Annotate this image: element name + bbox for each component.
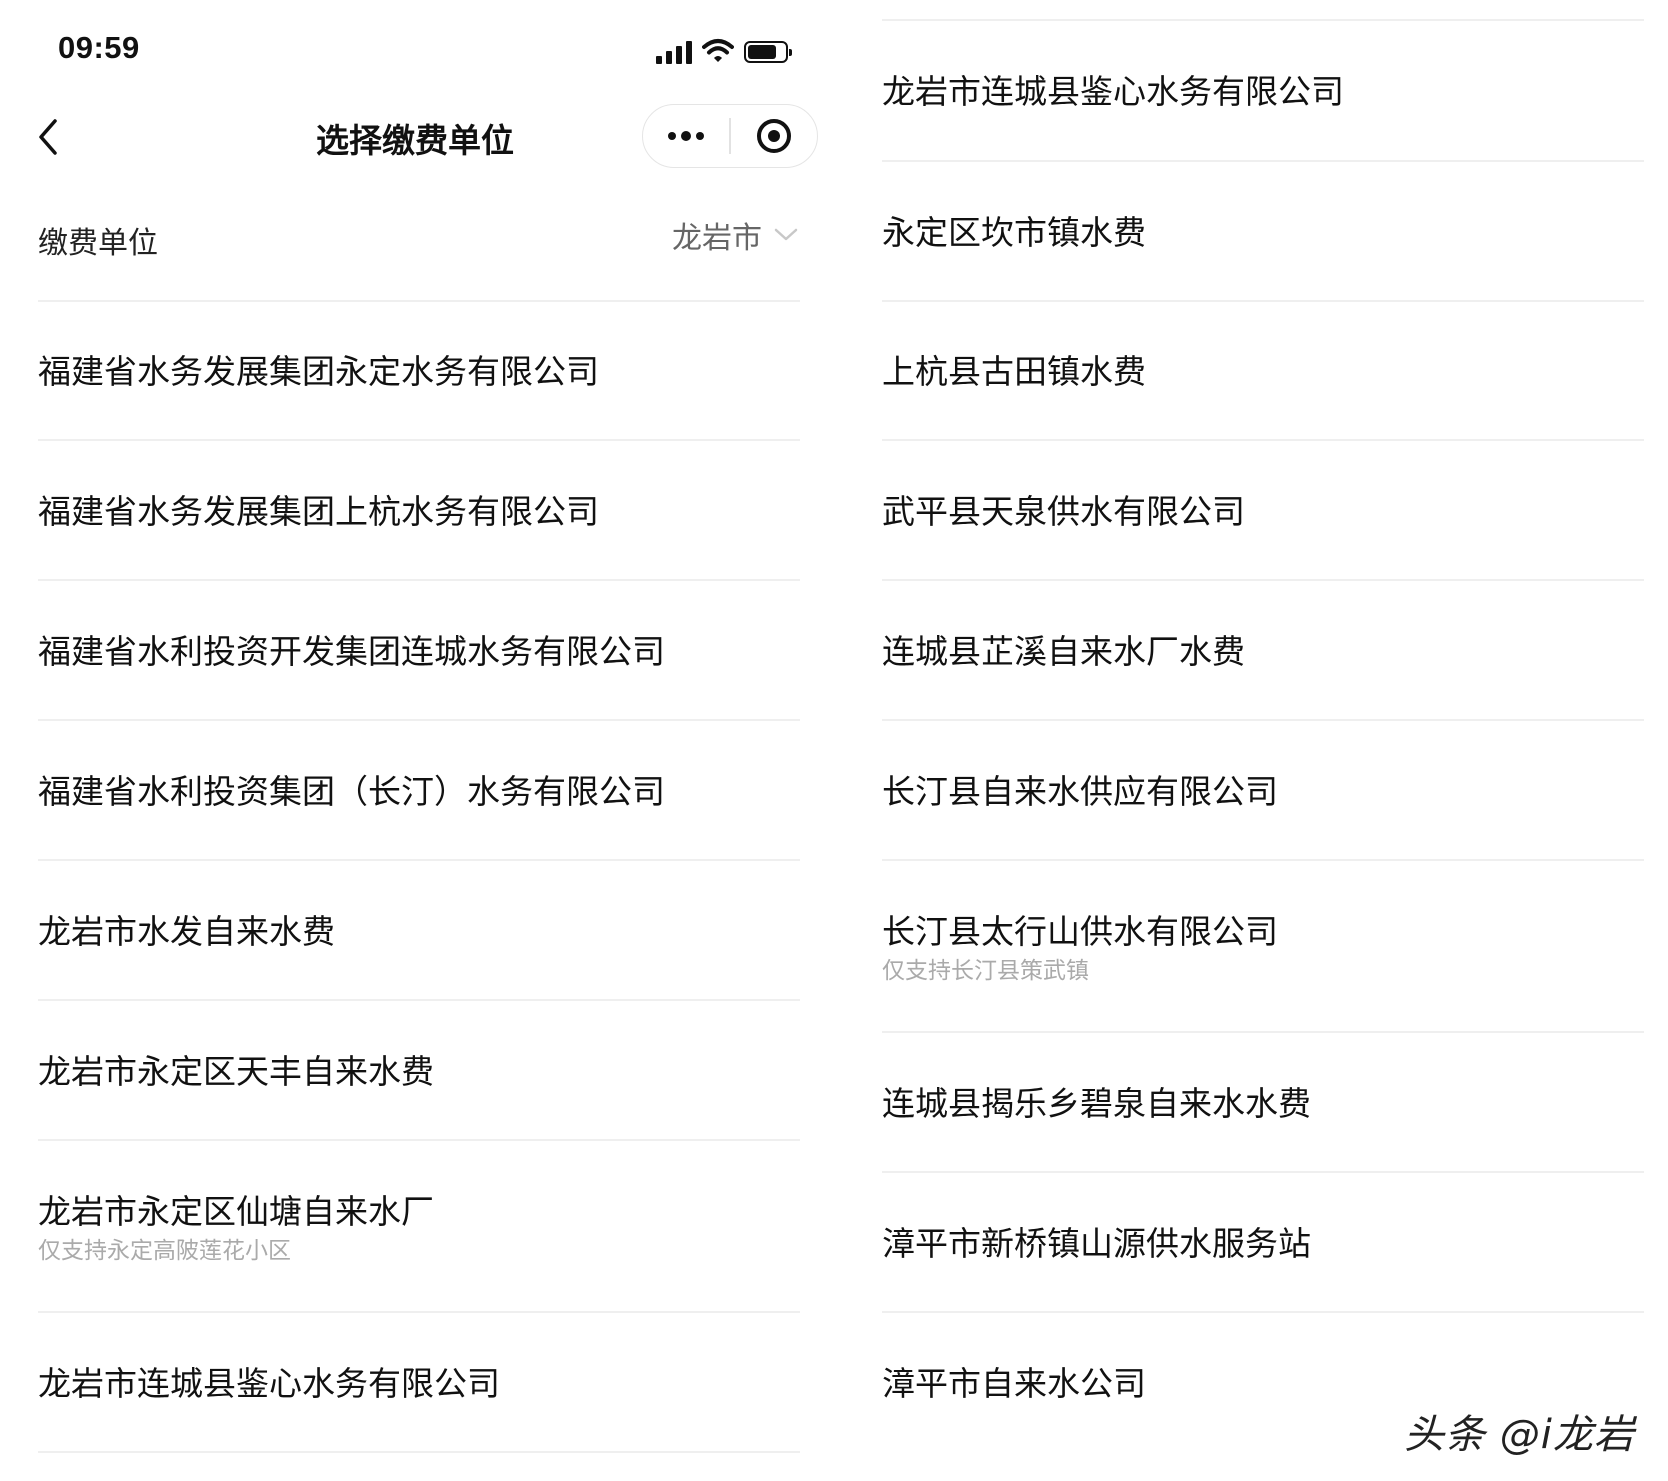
target-circle-icon bbox=[756, 119, 791, 153]
watermark: 头条 @i龙岩 bbox=[1404, 1412, 1635, 1458]
list-divider bbox=[38, 579, 800, 581]
list-item[interactable]: 武平县天泉供水有限公司 bbox=[882, 490, 1644, 534]
page-title-text: 选择缴费单位 bbox=[316, 121, 514, 160]
list-item[interactable]: 福建省水利投资集团（长汀）水务有限公司 bbox=[38, 770, 800, 814]
list-divider bbox=[38, 1139, 800, 1141]
list-divider bbox=[38, 300, 800, 302]
list-item[interactable]: 龙岩市连城县鉴心水务有限公司 bbox=[38, 1362, 800, 1406]
filter-label: 缴费单位 bbox=[38, 226, 158, 261]
list-item[interactable]: 连城县揭乐乡碧泉自来水水费 bbox=[882, 1082, 1644, 1126]
list-item[interactable]: 永定区坎市镇水费 bbox=[882, 211, 1644, 255]
list-item-name: 龙岩市连城县鉴心水务有限公司 bbox=[38, 1364, 500, 1403]
list-item-name: 龙岩市连城县鉴心水务有限公司 bbox=[882, 72, 1344, 111]
mini-program-capsule bbox=[642, 104, 818, 168]
list-item[interactable]: 漳平市自来水公司 bbox=[882, 1362, 1644, 1406]
list-item[interactable]: 龙岩市永定区天丰自来水费 bbox=[38, 1050, 800, 1094]
list-item-note: 仅支持永定高陂莲花小区 bbox=[38, 1238, 291, 1264]
signal-icon bbox=[656, 40, 692, 64]
list-item[interactable]: 龙岩市水发自来水费 bbox=[38, 910, 800, 954]
list-item[interactable]: 长汀县自来水供应有限公司 bbox=[882, 770, 1644, 814]
list-item-name: 连城县芷溪自来水厂水费 bbox=[882, 632, 1245, 671]
list-item-name: 长汀县太行山供水有限公司 bbox=[882, 912, 1278, 951]
list-item[interactable]: 福建省水务发展集团上杭水务有限公司 bbox=[38, 490, 800, 534]
list-item[interactable]: 连城县芷溪自来水厂水费 bbox=[882, 630, 1644, 674]
right-screenshot-panel: 龙岩市连城县鉴心水务有限公司 永定区坎市镇水费 上杭县古田镇水费 武平县天泉供水… bbox=[834, 0, 1668, 1481]
list-item-name: 龙岩市永定区仙塘自来水厂 bbox=[38, 1192, 434, 1231]
list-divider bbox=[882, 859, 1644, 861]
list-item[interactable]: 龙岩市永定区仙塘自来水厂 仅支持永定高陂莲花小区 bbox=[38, 1190, 800, 1266]
list-divider bbox=[882, 160, 1644, 162]
list-item-note: 仅支持长汀县策武镇 bbox=[882, 958, 1089, 984]
list-divider bbox=[38, 1311, 800, 1313]
back-button[interactable] bbox=[28, 112, 68, 162]
list-item-name: 永定区坎市镇水费 bbox=[882, 213, 1146, 252]
more-button[interactable] bbox=[643, 105, 729, 167]
list-item-name: 龙岩市水发自来水费 bbox=[38, 912, 335, 951]
list-item-name: 福建省水务发展集团永定水务有限公司 bbox=[38, 352, 599, 391]
region-select[interactable]: 龙岩市 bbox=[672, 210, 798, 260]
list-item-name: 上杭县古田镇水费 bbox=[882, 352, 1146, 391]
list-divider bbox=[882, 19, 1644, 21]
status-time: 09:59 bbox=[58, 30, 140, 65]
status-icons bbox=[656, 36, 792, 64]
list-divider bbox=[882, 579, 1644, 581]
list-divider bbox=[38, 859, 800, 861]
list-divider bbox=[38, 439, 800, 441]
list-item-name: 福建省水利投资开发集团连城水务有限公司 bbox=[38, 632, 665, 671]
list-item[interactable]: 龙岩市连城县鉴心水务有限公司 bbox=[882, 70, 1644, 114]
list-item-name: 武平县天泉供水有限公司 bbox=[882, 492, 1245, 531]
battery-icon bbox=[744, 41, 792, 63]
region-value: 龙岩市 bbox=[672, 221, 762, 256]
list-item-name: 福建省水利投资集团（长汀）水务有限公司 bbox=[38, 772, 665, 811]
close-button[interactable] bbox=[731, 105, 817, 167]
list-item-name: 连城县揭乐乡碧泉自来水水费 bbox=[882, 1084, 1311, 1123]
list-item-name: 龙岩市永定区天丰自来水费 bbox=[38, 1052, 434, 1091]
list-divider bbox=[882, 300, 1644, 302]
list-divider bbox=[882, 719, 1644, 721]
left-screenshot-panel: 09:59 选择缴费单位 缴费单位 龙岩市 福建省水务发展集团永定水务有限公司 … bbox=[0, 0, 834, 1481]
chevron-down-icon bbox=[774, 228, 798, 241]
chevron-left-icon bbox=[39, 119, 57, 155]
list-item[interactable]: 福建省水务发展集团永定水务有限公司 bbox=[38, 350, 800, 394]
list-divider bbox=[38, 999, 800, 1001]
list-item[interactable]: 漳平市新桥镇山源供水服务站 bbox=[882, 1222, 1644, 1266]
list-divider bbox=[38, 719, 800, 721]
list-item-name: 漳平市自来水公司 bbox=[882, 1364, 1146, 1403]
list-item[interactable]: 福建省水利投资开发集团连城水务有限公司 bbox=[38, 630, 800, 674]
list-item-name: 长汀县自来水供应有限公司 bbox=[882, 772, 1278, 811]
wifi-icon bbox=[702, 39, 734, 62]
list-divider bbox=[882, 1031, 1644, 1033]
list-item[interactable]: 上杭县古田镇水费 bbox=[882, 350, 1644, 394]
list-divider bbox=[882, 439, 1644, 441]
list-divider bbox=[38, 1451, 800, 1453]
list-item-name: 漳平市新桥镇山源供水服务站 bbox=[882, 1224, 1311, 1263]
list-item[interactable]: 长汀县太行山供水有限公司 仅支持长汀县策武镇 bbox=[882, 910, 1644, 986]
more-dots-icon bbox=[668, 131, 705, 141]
list-item-name: 福建省水务发展集团上杭水务有限公司 bbox=[38, 492, 599, 531]
list-divider bbox=[882, 1171, 1644, 1173]
list-divider bbox=[882, 1311, 1644, 1313]
